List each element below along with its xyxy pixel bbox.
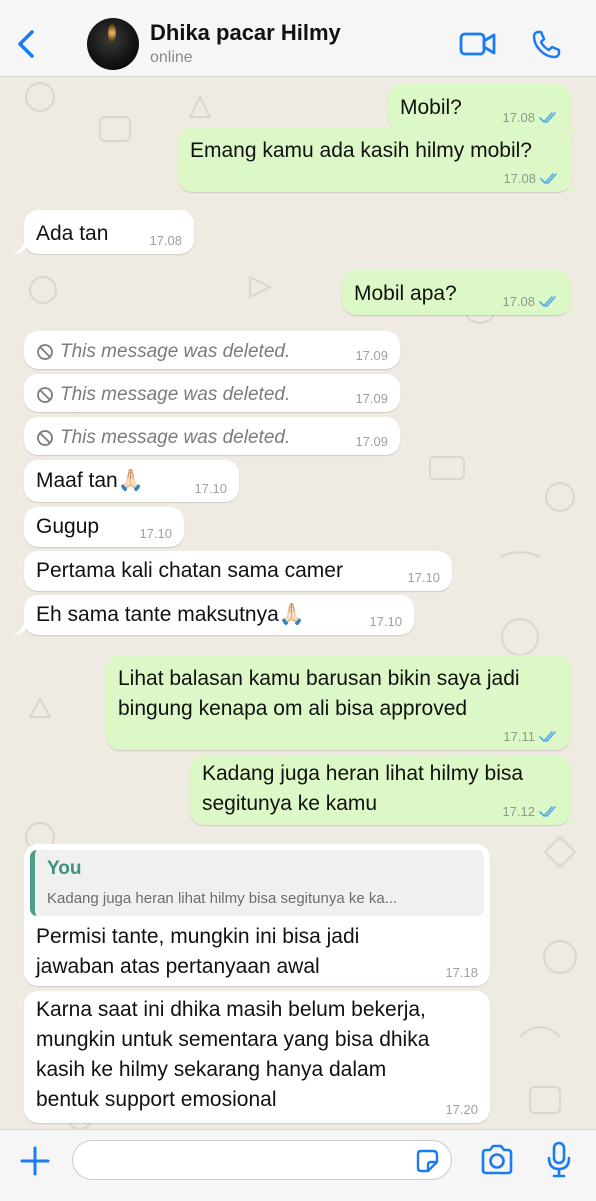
message-time: 17.10 bbox=[369, 614, 402, 629]
message-bubble-deleted[interactable]: This message was deleted. 17.09 bbox=[24, 331, 400, 369]
plus-icon[interactable] bbox=[20, 1146, 50, 1176]
message-bubble-incoming[interactable]: Maaf tan🙏🏻 17.10 bbox=[24, 460, 239, 502]
message-time: 17.09 bbox=[355, 434, 388, 449]
quote-author: You bbox=[47, 858, 82, 879]
message-time: 17.18 bbox=[445, 965, 478, 980]
message-text-line: Permisi tante, mungkin ini bisa jadi bbox=[36, 925, 360, 948]
message-bubble-outgoing[interactable]: Lihat balasan kamu barusan bikin saya ja… bbox=[106, 655, 571, 750]
message-text-line: bingung kenapa om ali bisa approved bbox=[118, 697, 468, 720]
message-time: 17.10 bbox=[139, 526, 172, 541]
deleted-icon bbox=[37, 430, 53, 446]
message-text: Gugup bbox=[36, 515, 100, 538]
message-bubble-deleted[interactable]: This message was deleted. 17.09 bbox=[24, 374, 400, 412]
avatar[interactable] bbox=[87, 18, 139, 70]
message-time: 17.08 bbox=[503, 171, 536, 186]
message-composer-bar bbox=[0, 1129, 596, 1201]
bubble-tail bbox=[566, 297, 580, 315]
double-check-icon bbox=[539, 112, 556, 124]
bubble-tail bbox=[12, 617, 26, 635]
message-bubble-outgoing[interactable]: Kadang juga heran lihat hilmy bisa segit… bbox=[190, 755, 571, 825]
message-text: Mobil apa? bbox=[354, 282, 457, 305]
message-text-line: mungkin untuk sementara yang bisa dhika bbox=[36, 1028, 430, 1051]
message-bubble-deleted[interactable]: This message was deleted. 17.09 bbox=[24, 417, 400, 455]
message-bubble-outgoing[interactable]: Mobil apa? 17.08 bbox=[342, 270, 571, 315]
double-check-icon bbox=[540, 173, 557, 185]
message-text-line: Lihat balasan kamu barusan bikin saya ja… bbox=[118, 667, 520, 690]
deleted-icon bbox=[37, 344, 53, 360]
video-call-icon[interactable] bbox=[459, 30, 497, 58]
message-time: 17.11 bbox=[503, 729, 535, 744]
message-text-line: kasih ke hilmy sekarang hanya dalam bbox=[36, 1058, 387, 1081]
bubble-tail bbox=[566, 807, 580, 825]
voice-call-icon[interactable] bbox=[530, 29, 562, 61]
microphone-icon[interactable] bbox=[546, 1141, 572, 1179]
message-bubble-outgoing[interactable]: Mobil? 17.08 bbox=[388, 84, 571, 131]
message-text-line: bentuk support emosional bbox=[36, 1088, 277, 1111]
message-text: Eh sama tante maksutnya🙏🏻 bbox=[36, 603, 305, 626]
message-bubble-incoming[interactable]: Eh sama tante maksutnya🙏🏻 17.10 bbox=[24, 595, 414, 635]
message-text: Mobil? bbox=[400, 96, 462, 119]
message-text: Maaf tan🙏🏻 bbox=[36, 469, 144, 492]
message-bubble-incoming[interactable]: Gugup 17.10 bbox=[24, 507, 184, 547]
message-text: This message was deleted. bbox=[60, 384, 291, 405]
message-time: 17.08 bbox=[149, 233, 182, 248]
message-time: 17.09 bbox=[355, 391, 388, 406]
message-time: 17.09 bbox=[355, 348, 388, 363]
message-bubble-outgoing[interactable]: Emang kamu ada kasih hilmy mobil? 17.08 bbox=[178, 127, 572, 192]
message-text-line: Karna saat ini dhika masih belum bekerja… bbox=[36, 998, 426, 1021]
message-time: 17.20 bbox=[445, 1102, 478, 1117]
message-time: 17.12 bbox=[502, 804, 535, 819]
message-bubble-reply[interactable]: You Kadang juga heran lihat hilmy bisa s… bbox=[24, 844, 490, 986]
bubble-tail bbox=[566, 114, 580, 132]
message-text: Emang kamu ada kasih hilmy mobil? bbox=[190, 139, 532, 162]
contact-status: online bbox=[150, 49, 193, 66]
double-check-icon bbox=[539, 296, 556, 308]
chat-area[interactable]: Mobil? 17.08 Emang kamu ada kasih hilmy … bbox=[0, 77, 596, 1129]
bubble-tail bbox=[12, 236, 26, 254]
message-time: 17.08 bbox=[502, 110, 535, 125]
message-time: 17.08 bbox=[502, 294, 535, 309]
contact-name[interactable]: Dhika pacar Hilmy bbox=[150, 20, 341, 46]
message-time: 17.10 bbox=[407, 570, 440, 585]
message-text: Ada tan bbox=[36, 222, 109, 245]
double-check-icon bbox=[539, 806, 556, 818]
message-bubble-incoming[interactable]: Ada tan 17.08 bbox=[24, 210, 194, 254]
back-chevron-icon[interactable] bbox=[12, 26, 42, 62]
double-check-icon bbox=[539, 731, 556, 743]
message-bubble-incoming[interactable]: Pertama kali chatan sama camer 17.10 bbox=[24, 551, 452, 591]
message-text: This message was deleted. bbox=[60, 341, 291, 362]
message-time: 17.10 bbox=[194, 481, 227, 496]
deleted-icon bbox=[37, 387, 53, 403]
quote-text: Kadang juga heran lihat hilmy bisa segit… bbox=[47, 890, 398, 907]
camera-icon[interactable] bbox=[479, 1144, 515, 1176]
message-bubble-incoming[interactable]: Karna saat ini dhika masih belum bekerja… bbox=[24, 991, 490, 1123]
sticker-icon[interactable] bbox=[414, 1148, 440, 1174]
message-input[interactable] bbox=[72, 1140, 452, 1180]
message-text-line: Kadang juga heran lihat hilmy bisa bbox=[202, 762, 524, 785]
bubble-tail bbox=[566, 174, 580, 192]
message-text: Pertama kali chatan sama camer bbox=[36, 559, 343, 582]
quoted-message[interactable]: You Kadang juga heran lihat hilmy bisa s… bbox=[30, 850, 484, 916]
message-text: This message was deleted. bbox=[60, 427, 291, 448]
chat-header: Dhika pacar Hilmy online bbox=[0, 0, 596, 77]
message-text-line: jawaban atas pertanyaan awal bbox=[36, 955, 320, 978]
